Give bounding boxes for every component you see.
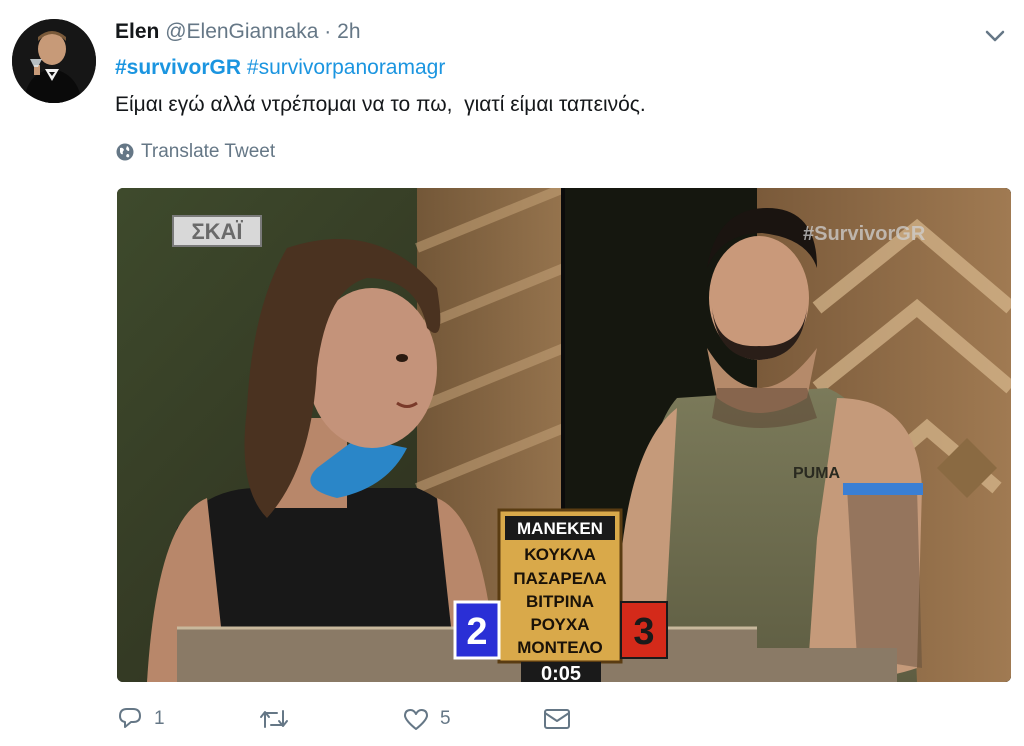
tweet-media-image[interactable]: PUMA ΣΚΑΪ #SurvivorGR ΜΑΝΕΚΕΝ ΚΟΥΚΛΑ ΠΑΣ… xyxy=(117,188,1011,682)
globe-icon xyxy=(116,143,134,161)
timer: 0:05 xyxy=(541,663,581,682)
board-word: ΚΟΥΚΛΑ xyxy=(524,545,595,564)
blue-team-score: 2 xyxy=(466,611,487,653)
channel-logo: ΣΚΑΪ xyxy=(191,219,243,244)
reply-button[interactable]: 1 xyxy=(116,705,165,733)
board-word: ΜΟΝΤΕΛΟ xyxy=(517,638,603,657)
translate-label: Translate Tweet xyxy=(141,141,276,162)
chevron-down-icon[interactable] xyxy=(981,24,1009,48)
translate-tweet-link[interactable]: Translate Tweet xyxy=(115,140,275,164)
tweet-timestamp[interactable]: 2h xyxy=(337,20,360,43)
author-name[interactable]: Elen xyxy=(115,20,159,43)
retweet-button[interactable] xyxy=(257,705,301,733)
board-word: ΒΙΤΡΙΝΑ xyxy=(526,592,594,611)
dm-icon xyxy=(544,709,570,729)
direct-message-button[interactable] xyxy=(542,705,572,733)
hashtag-survivorpanoramagr[interactable]: #survivorpanoramagr xyxy=(247,56,445,79)
author-handle[interactable]: @ElenGiannaka xyxy=(165,20,318,43)
like-count: 5 xyxy=(440,708,451,729)
tweet-text: Είμαι εγώ αλλά ντρέπομαι να το πω, γιατί… xyxy=(115,93,646,116)
tweet-actions: 1 5 xyxy=(116,705,716,741)
watermark: #SurvivorGR xyxy=(803,223,926,245)
avatar[interactable] xyxy=(12,19,96,103)
hashtag-survivorgr[interactable]: #survivorGR xyxy=(115,56,241,79)
board-word: ΡΟΥΧΑ xyxy=(530,615,589,634)
survivor-tv-scene: PUMA ΣΚΑΪ #SurvivorGR ΜΑΝΕΚΕΝ ΚΟΥΚΛΑ ΠΑΣ… xyxy=(117,188,1011,682)
shirt-logo: PUMA xyxy=(793,465,841,482)
red-team-score: 3 xyxy=(633,611,654,653)
tweet: Elen @ElenGiannaka · 2h #survivorGR #sur… xyxy=(0,0,1024,746)
board-word: ΜΑΝΕΚΕΝ xyxy=(517,519,603,538)
reply-icon xyxy=(119,708,141,728)
reply-count: 1 xyxy=(154,708,165,729)
like-button[interactable]: 5 xyxy=(402,705,451,733)
avatar-image xyxy=(12,19,96,103)
like-icon xyxy=(404,709,428,730)
board-word: ΠΑΣΑΡΕΛΑ xyxy=(513,569,606,588)
hashtags: #survivorGR #survivorpanoramagr xyxy=(115,54,445,82)
retweet-icon xyxy=(260,710,288,728)
separator-dot: · xyxy=(324,20,332,43)
tweet-header: Elen @ElenGiannaka · 2h xyxy=(115,18,361,46)
